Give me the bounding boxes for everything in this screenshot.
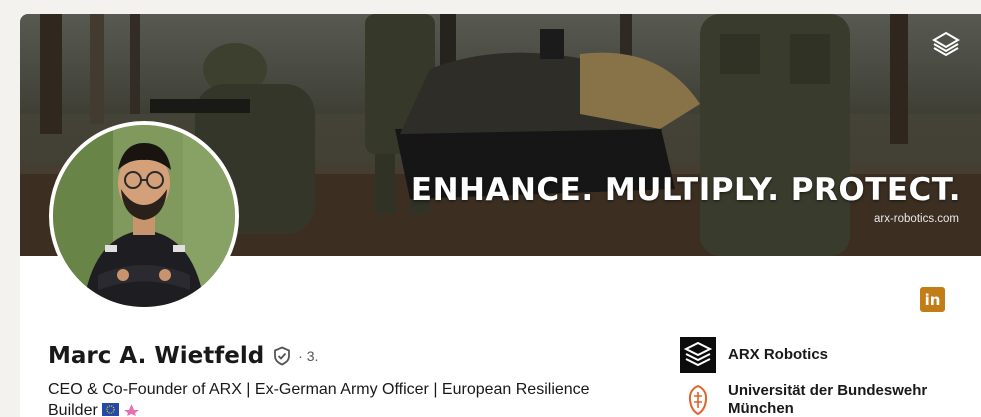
profile-card: ENHANCE. MULTIPLY. PROTECT. arx-robotics…	[20, 14, 981, 417]
profile-avatar[interactable]	[49, 121, 239, 311]
university-emblem-icon	[680, 382, 716, 417]
eu-flag-icon	[101, 403, 119, 416]
connection-degree: · 3.	[298, 348, 319, 364]
org-item-university[interactable]: Universität der Bundeswehr München	[680, 382, 948, 417]
verified-shield-icon[interactable]	[272, 346, 292, 366]
linkedin-badge[interactable]: in	[920, 287, 945, 312]
arx-chevron-logo-icon	[932, 31, 960, 57]
pink-emblem-icon	[123, 404, 139, 416]
organizations-list: ARX Robotics Universität der Bundeswehr …	[680, 337, 948, 417]
profile-name: Marc A. Wietfeld	[48, 343, 265, 369]
banner-tagline: ENHANCE. MULTIPLY. PROTECT.	[410, 172, 961, 208]
name-row: Marc A. Wietfeld · 3.	[48, 343, 318, 369]
avatar-portrait	[53, 125, 235, 307]
arx-logo-icon	[680, 337, 716, 373]
banner-website: arx-robotics.com	[874, 213, 959, 225]
org-name: Universität der Bundeswehr München	[728, 382, 928, 417]
org-item-arx[interactable]: ARX Robotics	[680, 337, 948, 373]
profile-headline: CEO & Co-Founder of ARX | Ex-German Army…	[48, 379, 638, 417]
org-name: ARX Robotics	[728, 346, 829, 363]
